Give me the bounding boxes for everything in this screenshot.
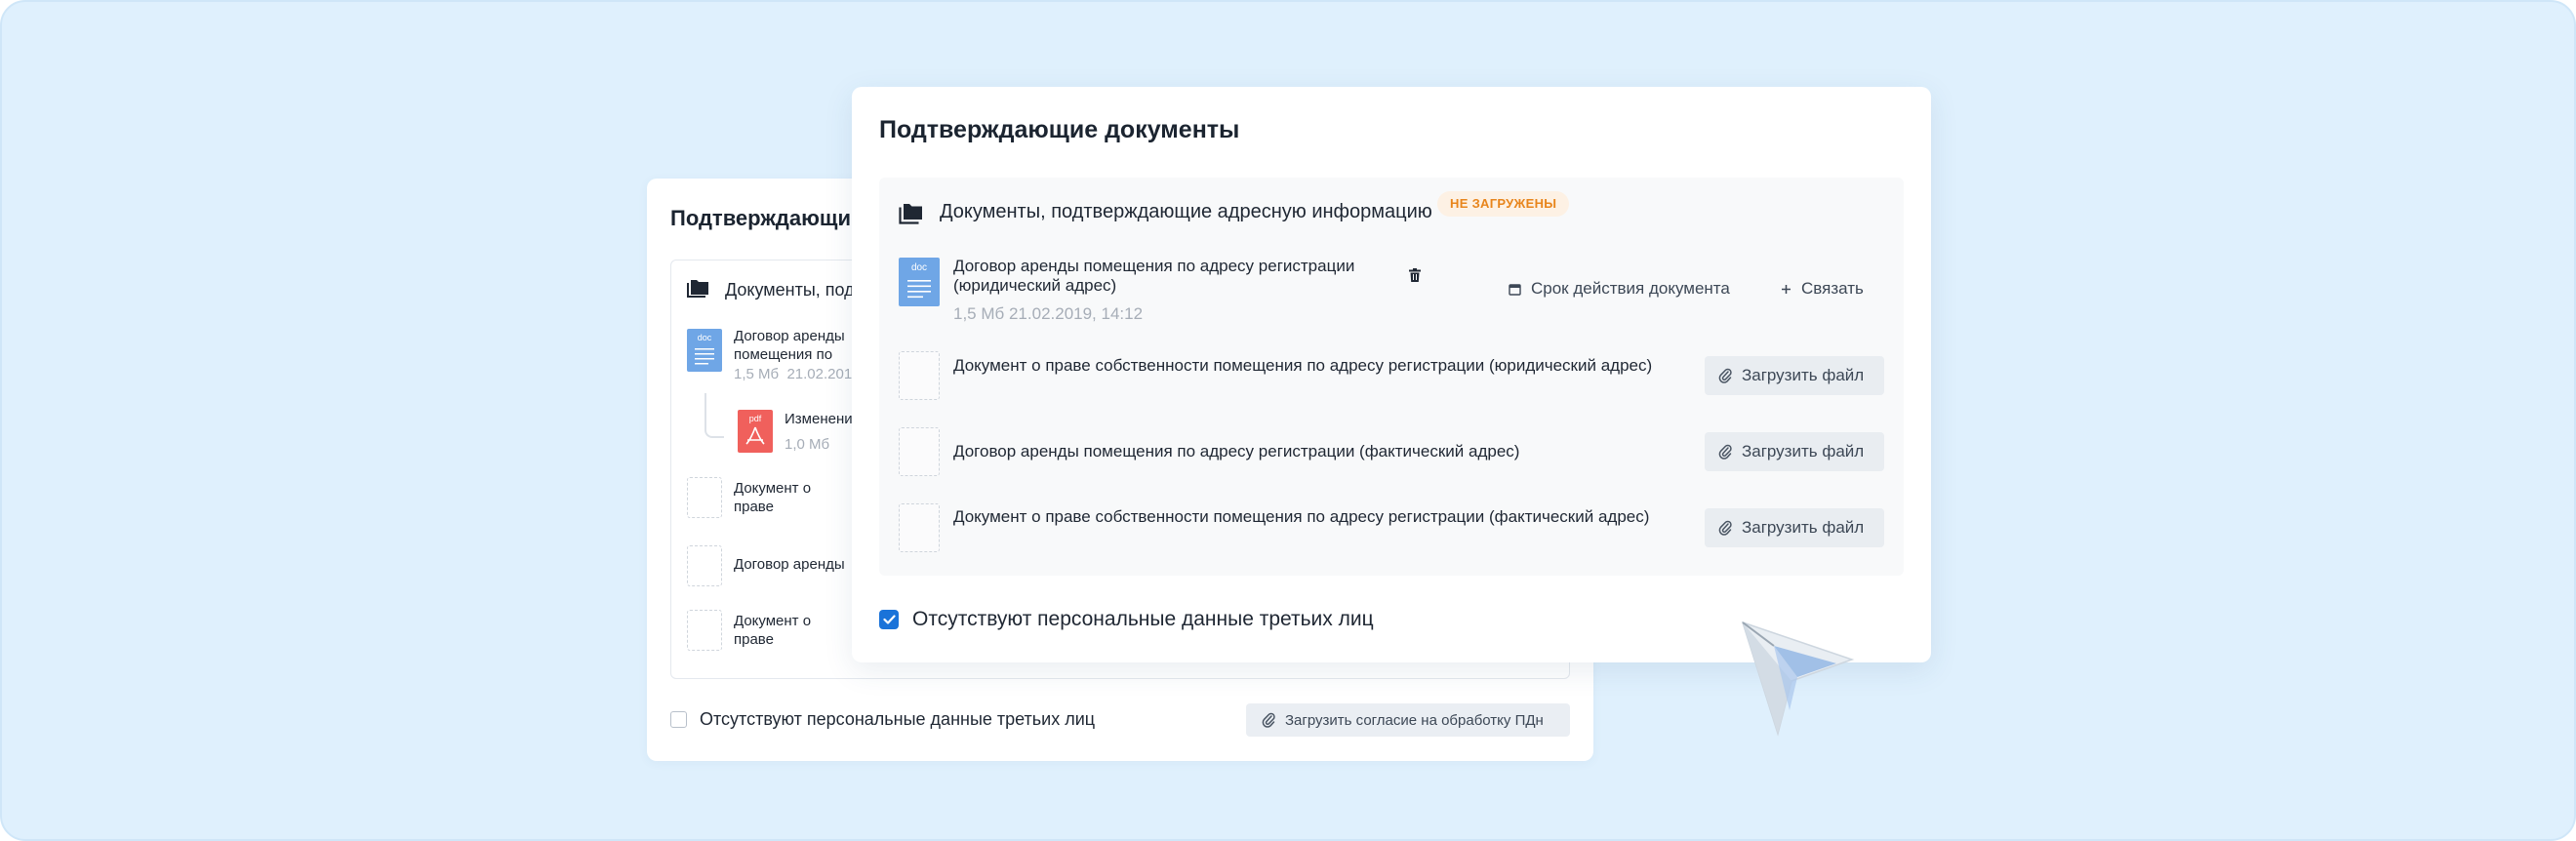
- empty-file-placeholder: [687, 610, 722, 651]
- doc-file-icon[interactable]: doc: [899, 258, 940, 306]
- upload-file-label: Загрузить файл: [1742, 442, 1865, 461]
- upload-consent-button[interactable]: Загрузить согласие на обработку ПДн: [1246, 703, 1570, 737]
- document-name[interactable]: Договор аренды помещения по адресу регис…: [953, 257, 1402, 296]
- page-background: Подтверждающи Документы, под doc Договор…: [0, 0, 2576, 841]
- document-validity-label: Срок действия документа: [1531, 279, 1730, 298]
- svg-text:doc: doc: [698, 333, 712, 342]
- svg-text:pdf: pdf: [749, 414, 762, 423]
- paperclip-icon: [1262, 712, 1275, 728]
- required-document-text: Документ о праве собственности помещения…: [953, 356, 1653, 375]
- back-doc-date: 21.02.2019: [786, 366, 861, 382]
- upload-file-button[interactable]: Загрузить файл: [1705, 356, 1884, 395]
- third-party-data-checkbox[interactable]: [879, 610, 899, 629]
- checkmark-icon: [882, 615, 896, 624]
- back-checkbox-label[interactable]: Отсутствуют персональные данные третьих …: [700, 709, 1095, 730]
- third-party-data-checkbox[interactable]: [670, 711, 687, 728]
- back-doc-meta: 1,5 Мб 21.02.2019: [734, 366, 861, 382]
- group-title: Документы, подтверждающие адресную инфор…: [940, 201, 1432, 222]
- empty-file-placeholder: [687, 477, 722, 518]
- upload-file-button[interactable]: Загрузить файл: [1705, 508, 1884, 547]
- cursor-icon: [1741, 621, 1855, 737]
- plus-icon: [1782, 284, 1791, 294]
- document-meta: 1,5 Мб 21.02.2019, 14:12: [953, 304, 1144, 323]
- upload-consent-label: Загрузить согласие на обработку ПДн: [1285, 711, 1544, 729]
- empty-file-placeholder: [899, 503, 940, 552]
- third-party-data-label[interactable]: Отсутствуют персональные данные третьих …: [912, 608, 1374, 631]
- back-row-text: Договор аренды: [734, 556, 845, 573]
- link-document-label: Связать: [1801, 279, 1864, 298]
- card-title: Подтверждающие документы: [879, 116, 1240, 143]
- back-row-text: Документ о праве собственности адрес): [734, 613, 812, 648]
- status-badge: НЕ ЗАГРУЖЕНЫ: [1437, 191, 1570, 217]
- back-group-title: Документы, под: [725, 280, 855, 300]
- back-doc-size: 1,5 Мб: [734, 366, 780, 382]
- back-pdf-size: 1,0 Мб: [785, 436, 830, 453]
- paperclip-icon: [1718, 520, 1732, 536]
- doc-file-icon[interactable]: doc: [687, 329, 722, 372]
- svg-text:doc: doc: [911, 262, 927, 273]
- upload-file-label: Загрузить файл: [1742, 518, 1865, 537]
- required-document-text: Договор аренды помещения по адресу регис…: [953, 442, 1520, 461]
- empty-file-placeholder: [899, 427, 940, 476]
- document-validity-link[interactable]: Срок действия документа: [1509, 279, 1730, 299]
- empty-file-placeholder: [899, 351, 940, 400]
- back-pdf-name[interactable]: Изменени: [785, 411, 853, 427]
- empty-file-placeholder: [687, 545, 722, 586]
- back-doc-name[interactable]: Договор аренды помещения по адресу регис…: [734, 327, 870, 364]
- folder-icon: [687, 280, 708, 298]
- pdf-file-icon[interactable]: pdf: [738, 410, 773, 453]
- link-document-button[interactable]: Связать: [1781, 279, 1864, 299]
- paperclip-icon: [1718, 368, 1732, 383]
- required-document-text: Документ о праве собственности помещения…: [953, 507, 1650, 526]
- front-documents-card: Подтверждающие документы Документы, подт…: [852, 87, 1931, 662]
- calendar-icon: [1509, 283, 1521, 296]
- upload-file-button[interactable]: Загрузить файл: [1705, 432, 1884, 471]
- folder-icon: [899, 204, 922, 224]
- address-documents-panel: Документы, подтверждающие адресную инфор…: [879, 178, 1904, 576]
- trash-icon[interactable]: [1409, 268, 1421, 282]
- tree-connector: [704, 393, 724, 438]
- upload-file-label: Загрузить файл: [1742, 366, 1865, 384]
- back-card-title: Подтверждающи: [670, 206, 851, 230]
- paperclip-icon: [1718, 444, 1732, 460]
- back-row-text: Документ о праве собственности адрес): [734, 480, 812, 515]
